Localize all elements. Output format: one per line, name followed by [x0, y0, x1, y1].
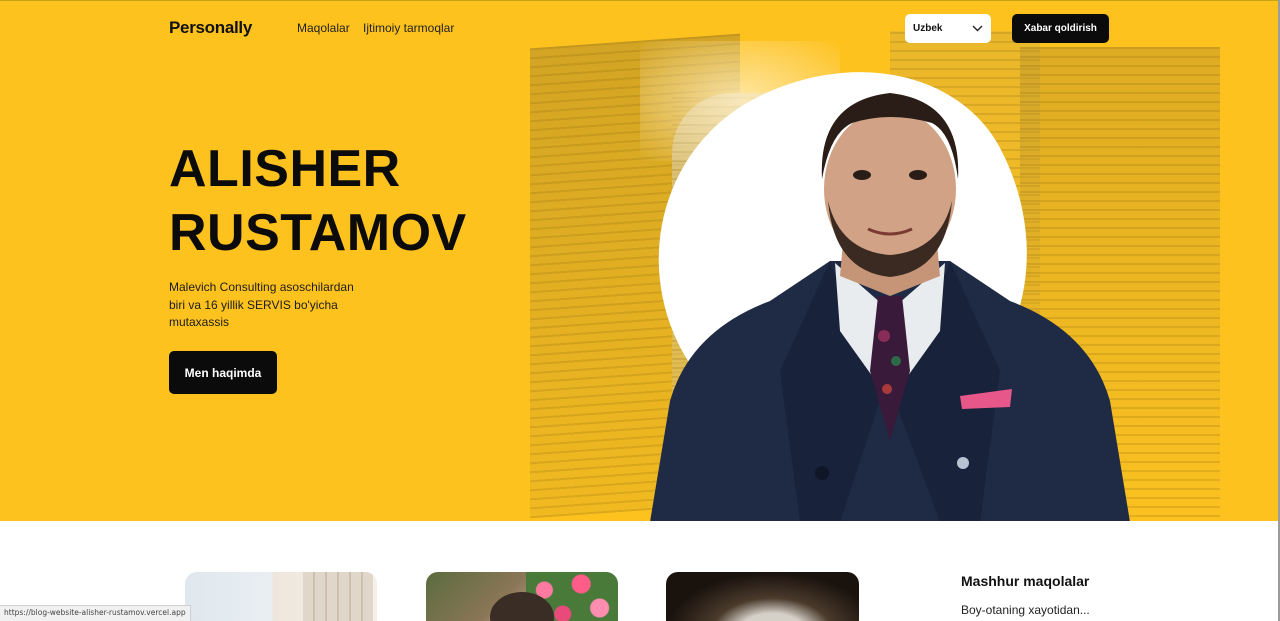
nav-link-social[interactable]: Ijtimoiy tarmoqlar — [363, 21, 454, 35]
article-card[interactable] — [426, 572, 618, 621]
hero-title-line1: ALISHER — [169, 140, 401, 198]
hero-section: Personally Maqolalar Ijtimoiy tarmoqlar … — [0, 0, 1280, 521]
nav-link-articles[interactable]: Maqolalar — [297, 21, 350, 35]
article-card[interactable] — [666, 572, 859, 621]
hero-title-line2: RUSTAMOV — [169, 204, 467, 262]
article-card[interactable] — [185, 572, 377, 621]
language-select[interactable]: Uzbek — [905, 14, 991, 43]
about-me-button[interactable]: Men haqimda — [169, 351, 277, 394]
popular-article-link[interactable]: Boy-otaning xayotidan... — [961, 603, 1090, 617]
browser-status-url: https://blog-website-alisher-rustamov.ve… — [0, 605, 191, 621]
hero-title: ALISHER RUSTAMOV — [169, 137, 467, 265]
language-select-value: Uzbek — [913, 23, 943, 34]
hero-description: Malevich Consulting asoschilardan biri v… — [169, 280, 354, 329]
portrait-image — [650, 93, 1130, 521]
site-logo[interactable]: Personally — [169, 18, 252, 38]
leave-message-button[interactable]: Xabar qoldirish — [1012, 14, 1109, 43]
popular-articles-title: Mashhur maqolalar — [961, 573, 1090, 589]
chevron-down-icon — [972, 25, 983, 32]
